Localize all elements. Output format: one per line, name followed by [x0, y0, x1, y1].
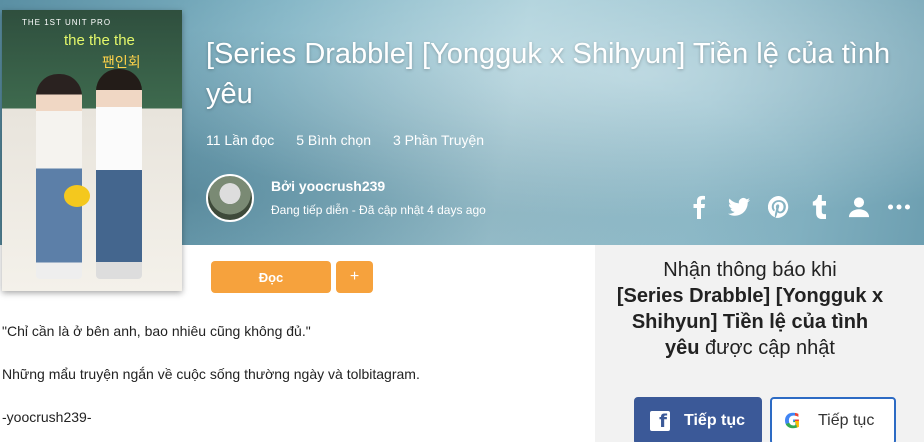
- story-title: [Series Drabble] [Yongguk x Shihyun] Tiề…: [206, 38, 891, 110]
- read-button[interactable]: Đọc: [211, 261, 331, 293]
- add-to-list-button[interactable]: +: [336, 261, 373, 293]
- more-icon[interactable]: [888, 194, 910, 220]
- story-status: Đang tiếp diễn - Đã cập nhật 4 days ago: [271, 203, 486, 217]
- twitter-icon[interactable]: [728, 194, 750, 220]
- user-icon[interactable]: [848, 194, 870, 220]
- google-logo-icon: G: [784, 410, 806, 432]
- story-description: "Chỉ cần là ở bên anh, bao nhiêu cũng kh…: [2, 322, 582, 442]
- notify-prefix: Nhận thông báo khi: [663, 259, 837, 281]
- notify-suffix: được cập nhật: [705, 337, 835, 359]
- share-bar: [688, 194, 910, 220]
- votes-count: 5 Bình chọn: [296, 132, 371, 148]
- google-continue-label: Tiếp tục: [818, 412, 875, 429]
- facebook-logo-icon: f: [650, 411, 670, 431]
- tumblr-icon[interactable]: [808, 194, 830, 220]
- reads-count: 11 Lần đọc: [206, 132, 275, 148]
- facebook-continue-label: Tiếp tục: [684, 412, 746, 429]
- author-avatar[interactable]: [206, 174, 254, 222]
- parts-count: 3 Phần Truyện: [392, 132, 485, 148]
- story-stats: 11 Lần đọc 5 Bình chọn 3 Phần Truyện: [206, 132, 484, 148]
- cover-person-left: [36, 74, 82, 279]
- facebook-continue-button[interactable]: f Tiếp tục: [634, 397, 762, 442]
- pinterest-icon[interactable]: [768, 194, 790, 220]
- cover-plush-toy: [64, 185, 90, 207]
- description-body: Những mẩu truyện ngắn về cuộc sống thườn…: [2, 366, 420, 382]
- facebook-icon[interactable]: [688, 194, 710, 220]
- description-signature: -yoocrush239-: [2, 409, 92, 425]
- cover-banner-text: THE 1ST UNIT PRO: [22, 18, 112, 27]
- google-continue-button[interactable]: G Tiếp tục: [770, 397, 896, 442]
- cover-person-right: [96, 69, 142, 279]
- description-quote: "Chỉ cần là ở bên anh, bao nhiêu cũng kh…: [2, 323, 311, 339]
- cover-logo-text: the the the: [64, 32, 135, 49]
- story-cover-image[interactable]: THE 1ST UNIT PRO the the the 팬인회: [2, 10, 182, 291]
- author-name[interactable]: Bởi yoocrush239: [271, 178, 385, 194]
- notify-message: Nhận thông báo khi [Series Drabble] [Yon…: [615, 257, 885, 361]
- notification-panel: Nhận thông báo khi [Series Drabble] [Yon…: [595, 245, 924, 442]
